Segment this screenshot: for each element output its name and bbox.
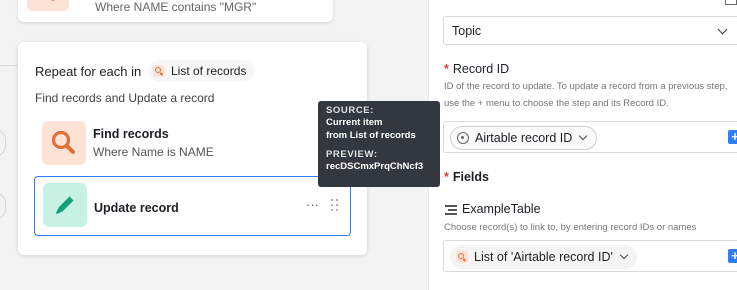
example-table-field[interactable]: List of 'Airtable record ID' +: [443, 240, 737, 272]
previous-step-condition: Where NAME contains "MGR": [95, 0, 257, 14]
linked-table-icon: [445, 205, 457, 215]
search-icon: [153, 65, 165, 77]
required-marker: *: [444, 170, 449, 184]
example-table-label: ExampleTable: [462, 202, 541, 216]
record-id-field[interactable]: Airtable record ID +: [443, 121, 737, 153]
edge-handle[interactable]: [0, 130, 6, 156]
edge-handle[interactable]: [0, 193, 6, 219]
step-update-record[interactable]: Update record ···: [34, 176, 351, 236]
record-id-label: * Record ID: [444, 62, 510, 76]
more-options-icon[interactable]: ···: [306, 197, 319, 212]
add-button[interactable]: +: [728, 249, 737, 263]
linked-records-token[interactable]: List of 'Airtable record ID': [450, 245, 637, 269]
connector-line: [0, 65, 18, 66]
record-id-token-label: Airtable record ID: [475, 131, 573, 145]
list-chip-label: List of records: [171, 64, 247, 78]
step-title: Update record: [94, 201, 179, 215]
linked-records-token-label: List of 'Airtable record ID': [474, 250, 613, 264]
fields-label: * Fields: [444, 170, 489, 184]
repeat-description: Find records and Update a record: [35, 91, 215, 105]
check-icon: [27, 0, 69, 11]
drag-handle-icon[interactable]: [331, 199, 339, 211]
step-title: Find records: [93, 127, 169, 141]
tooltip-preview-label: PREVIEW:: [326, 149, 378, 160]
tooltip-source-label: SOURCE:: [326, 105, 375, 116]
required-marker: *: [444, 62, 449, 76]
expand-icon[interactable]: [725, 0, 737, 5]
tooltip-source-line: from List of records: [326, 130, 416, 141]
table-select[interactable]: Topic: [443, 16, 737, 45]
pencil-icon: [43, 183, 87, 227]
step-condition: Where Name is NAME: [93, 145, 214, 159]
chevron-down-icon: [717, 24, 728, 35]
properties-panel: Topic * Record ID ID of the record to upd…: [428, 0, 737, 290]
record-id-help: ID of the record to update. To update a …: [444, 81, 728, 109]
previous-step-card[interactable]: Where NAME contains "MGR": [18, 0, 333, 22]
repeat-group-card[interactable]: Repeat for each in List of records Find …: [18, 42, 367, 255]
search-icon: [456, 251, 468, 263]
table-select-value: Topic: [452, 23, 482, 38]
step-find-records[interactable]: Find records Where Name is NAME: [34, 114, 351, 174]
airtable-icon: [457, 132, 469, 144]
search-icon: [42, 121, 86, 165]
repeat-title: Repeat for each in: [35, 64, 142, 79]
tooltip-source-line: Current item: [326, 117, 383, 128]
add-button[interactable]: +: [728, 130, 737, 144]
chevron-down-icon: [579, 131, 588, 141]
fields-help: Choose record(s) to link to, by entering…: [444, 222, 697, 233]
token-tooltip: SOURCE: Current item from List of record…: [318, 101, 440, 187]
record-id-token[interactable]: Airtable record ID: [450, 126, 598, 150]
list-of-records-chip[interactable]: List of records: [148, 60, 255, 82]
tooltip-preview-value: recDSCmxPrqChNcf3: [326, 161, 424, 172]
chevron-down-icon: [619, 250, 629, 260]
